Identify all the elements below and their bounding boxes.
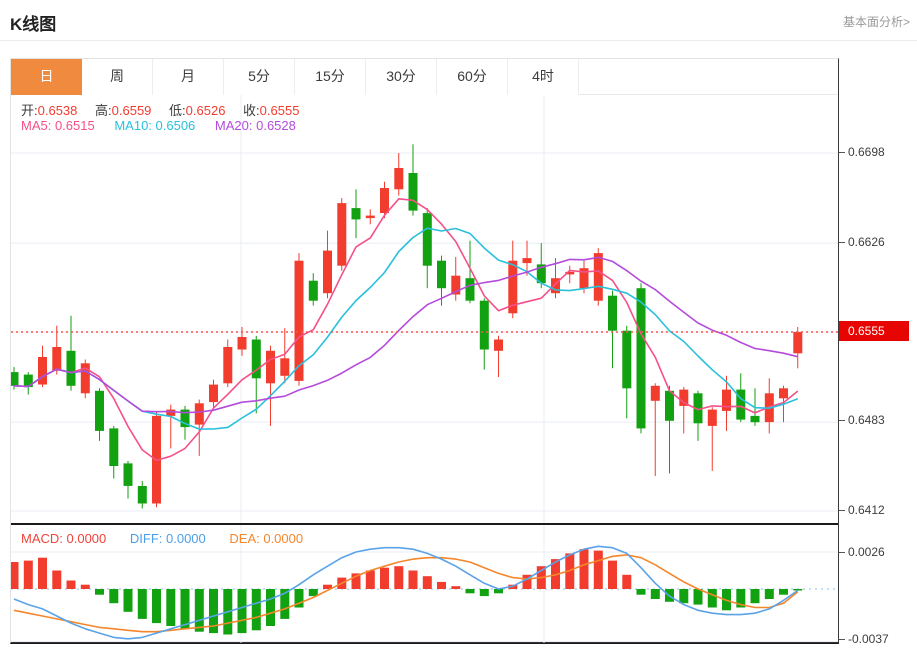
ma-readout: MA5: 0.6515 MA10: 0.6506 MA20: 0.6528	[21, 118, 296, 133]
tab-4hour[interactable]: 4时	[508, 59, 579, 95]
tab-5min[interactable]: 5分	[224, 59, 295, 95]
axis-tick-label: 0.0026	[848, 545, 885, 559]
dea-value: DEA: 0.0000	[229, 531, 304, 546]
tick-mark	[839, 152, 845, 154]
tab-15min[interactable]: 15分	[295, 59, 366, 95]
macd-panel[interactable]: MACD: 0.0000 DIFF: 0.0000 DEA: 0.0000	[11, 523, 838, 643]
axis-tick-label: 0.6626	[848, 235, 885, 249]
diff-value: DIFF: 0.0000	[129, 531, 206, 546]
tab-30min[interactable]: 30分	[366, 59, 437, 95]
candlestick-panel[interactable]: 开:0.6538 高:0.6559 低:0.6526 收:0.6555 MA5:…	[11, 95, 838, 523]
ma5-value: MA5: 0.6515	[21, 118, 95, 133]
low-label: 低:	[169, 103, 186, 118]
page-title: K线图	[10, 15, 57, 34]
tick-mark	[839, 420, 845, 422]
price-axis: 0.6698 0.6626 0.6555 0.6483 0.6412 0.002…	[839, 0, 917, 653]
macd-axis-tick: -0.0037	[839, 632, 889, 646]
macd-axis-tick: 0.0026	[839, 545, 885, 559]
axis-tick: 0.6412	[839, 503, 885, 517]
axis-tick-label: 0.6698	[848, 145, 885, 159]
tick-mark	[839, 510, 845, 512]
tick-mark	[839, 552, 845, 554]
header-divider	[0, 40, 917, 41]
high-label: 高:	[95, 103, 112, 118]
period-tabbar: 日 周 月 5分 15分 30分 60分 4时	[11, 59, 838, 95]
axis-tick: 0.6626	[839, 235, 885, 249]
axis-tick-label: -0.0037	[848, 632, 889, 646]
tab-month[interactable]: 月	[153, 59, 224, 95]
chart-container: 日 周 月 5分 15分 30分 60分 4时 开:0.6538 高:0.655…	[10, 58, 839, 644]
kline-page: K线图 基本面分析> 日 周 月 5分 15分 30分 60分 4时 开:0.6…	[0, 0, 917, 653]
low-value: 0.6526	[185, 103, 226, 118]
axis-tick-label: 0.6483	[848, 413, 885, 427]
current-price-badge: 0.6555	[839, 321, 909, 341]
axis-tick: 0.6698	[839, 145, 885, 159]
ohlc-readout: 开:0.6538 高:0.6559 低:0.6526 收:0.6555	[21, 100, 313, 119]
ma20-value: MA20: 0.6528	[214, 118, 296, 133]
tick-mark	[839, 242, 845, 244]
axis-tick: 0.6483	[839, 413, 885, 427]
macd-value: MACD: 0.0000	[21, 531, 107, 546]
close-label: 收:	[243, 103, 260, 118]
tab-week[interactable]: 周	[82, 59, 153, 95]
open-value: 0.6538	[37, 103, 78, 118]
axis-tick-label: 0.6412	[848, 503, 885, 517]
tab-day[interactable]: 日	[11, 59, 82, 95]
ma10-value: MA10: 0.6506	[114, 118, 196, 133]
kline-chart[interactable]	[11, 95, 838, 523]
open-label: 开:	[21, 103, 38, 118]
tick-mark	[839, 639, 845, 641]
tab-60min[interactable]: 60分	[437, 59, 508, 95]
close-value: 0.6555	[259, 103, 300, 118]
macd-readout: MACD: 0.0000 DIFF: 0.0000 DEA: 0.0000	[21, 531, 303, 546]
high-value: 0.6559	[111, 103, 152, 118]
